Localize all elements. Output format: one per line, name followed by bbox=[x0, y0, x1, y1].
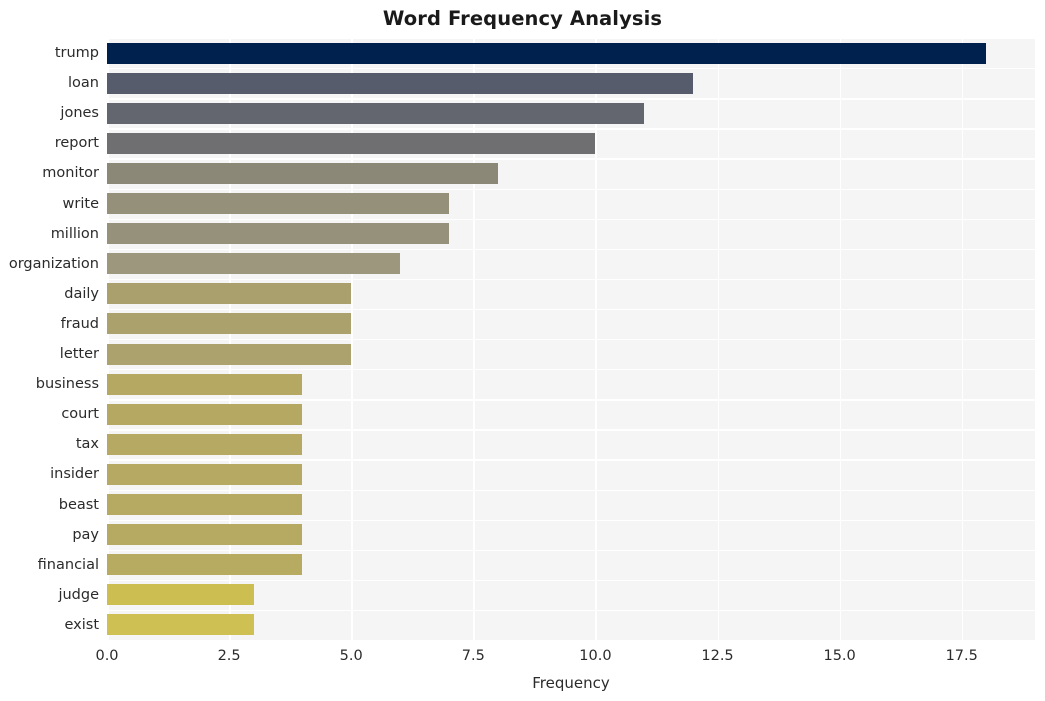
gridline-horizontal bbox=[107, 38, 1035, 40]
y-tick-label-insider: insider bbox=[50, 466, 99, 483]
bar-jones[interactable] bbox=[107, 102, 645, 124]
gridline-horizontal bbox=[107, 188, 1035, 190]
y-tick-label-report: report bbox=[54, 135, 99, 152]
bar-daily[interactable] bbox=[107, 283, 352, 305]
bar-organization[interactable] bbox=[107, 253, 401, 275]
gridline-vertical bbox=[351, 38, 353, 640]
x-tick-label-10.0: 10.0 bbox=[579, 648, 612, 664]
y-axis-tick-labels: trump loan jones report monitor write million o… bbox=[0, 38, 99, 640]
x-tick-label-5.0: 5.0 bbox=[339, 648, 363, 664]
gridline-horizontal bbox=[107, 68, 1035, 70]
gridline-horizontal bbox=[107, 489, 1035, 491]
y-tick-label-jones: jones bbox=[60, 105, 99, 121]
x-axis-label: Frequency bbox=[532, 674, 610, 692]
y-tick-label-trump: trump bbox=[54, 44, 99, 61]
plot-area bbox=[107, 38, 1035, 640]
bar-exist[interactable] bbox=[107, 614, 254, 636]
gridline-horizontal bbox=[107, 429, 1035, 431]
x-tick-label-17.5: 17.5 bbox=[945, 648, 978, 664]
gridline-vertical bbox=[229, 38, 231, 640]
y-tick-label-organization: organization bbox=[8, 255, 99, 272]
x-tick-label-7.5: 7.5 bbox=[461, 648, 485, 664]
bar-pay[interactable] bbox=[107, 524, 303, 546]
gridline-vertical bbox=[107, 38, 109, 640]
y-tick-label-write: write bbox=[62, 195, 99, 212]
gridline-horizontal bbox=[107, 369, 1035, 371]
chart-figure: Word Frequency Analysis trump loan jones re… bbox=[0, 0, 1045, 701]
gridline-horizontal bbox=[107, 609, 1035, 612]
x-tick-label-12.5: 12.5 bbox=[701, 648, 734, 664]
y-tick-label-fraud: fraud bbox=[60, 315, 99, 332]
y-tick-label-financial: financial bbox=[37, 556, 99, 573]
bar-letter[interactable] bbox=[107, 343, 352, 365]
bar-monitor[interactable] bbox=[107, 162, 498, 184]
y-tick-label-business: business bbox=[35, 375, 99, 392]
bar-trump[interactable] bbox=[107, 42, 987, 64]
y-tick-label-beast: beast bbox=[58, 496, 99, 513]
bar-business[interactable] bbox=[107, 373, 303, 395]
bar-report[interactable] bbox=[107, 132, 596, 154]
bar-financial[interactable] bbox=[107, 554, 303, 576]
bar-judge[interactable] bbox=[107, 584, 254, 606]
bar-fraud[interactable] bbox=[107, 313, 352, 335]
gridline-horizontal bbox=[107, 218, 1035, 220]
x-tick-label-2.5: 2.5 bbox=[217, 648, 241, 664]
bar-insider[interactable] bbox=[107, 463, 303, 485]
x-axis-tick-labels: 0.0 2.5 5.0 7.5 10.0 12.5 15.0 17.5 bbox=[95, 648, 1035, 670]
y-tick-label-million: million bbox=[50, 225, 99, 242]
y-tick-label-loan: loan bbox=[68, 74, 99, 91]
bar-loan[interactable] bbox=[107, 72, 694, 94]
gridline-horizontal bbox=[107, 308, 1035, 311]
gridline-vertical bbox=[717, 38, 720, 640]
gridline-vertical bbox=[961, 38, 964, 640]
y-tick-label-court: court bbox=[61, 406, 99, 422]
gridline-horizontal bbox=[107, 339, 1035, 341]
bar-million[interactable] bbox=[107, 223, 449, 245]
gridline-horizontal bbox=[107, 549, 1035, 552]
gridline-horizontal bbox=[107, 579, 1035, 582]
gridline-vertical bbox=[595, 38, 597, 640]
gridline-horizontal bbox=[107, 248, 1035, 251]
bar-beast[interactable] bbox=[107, 494, 303, 516]
gridline-horizontal bbox=[107, 399, 1035, 401]
bar-tax[interactable] bbox=[107, 433, 303, 455]
y-tick-label-monitor: monitor bbox=[42, 165, 99, 182]
x-tick-label-0.0: 0.0 bbox=[95, 648, 119, 664]
bar-court[interactable] bbox=[107, 403, 303, 425]
gridline-horizontal bbox=[107, 278, 1035, 281]
y-tick-label-letter: letter bbox=[59, 345, 99, 362]
bar-write[interactable] bbox=[107, 193, 449, 215]
y-tick-label-pay: pay bbox=[72, 526, 99, 543]
chart-title: Word Frequency Analysis bbox=[382, 7, 663, 30]
gridline-horizontal bbox=[107, 98, 1035, 100]
y-tick-label-exist: exist bbox=[64, 616, 99, 633]
gridline-horizontal bbox=[107, 519, 1035, 521]
gridline-horizontal bbox=[107, 459, 1035, 461]
y-tick-label-judge: judge bbox=[58, 586, 99, 603]
gridline-vertical bbox=[473, 38, 475, 640]
gridline-vertical bbox=[839, 38, 842, 640]
y-tick-label-daily: daily bbox=[64, 285, 99, 302]
gridline-horizontal bbox=[107, 158, 1035, 160]
gridline-horizontal bbox=[107, 128, 1035, 130]
x-tick-label-15.0: 15.0 bbox=[823, 648, 856, 664]
y-tick-label-tax: tax bbox=[75, 436, 99, 453]
